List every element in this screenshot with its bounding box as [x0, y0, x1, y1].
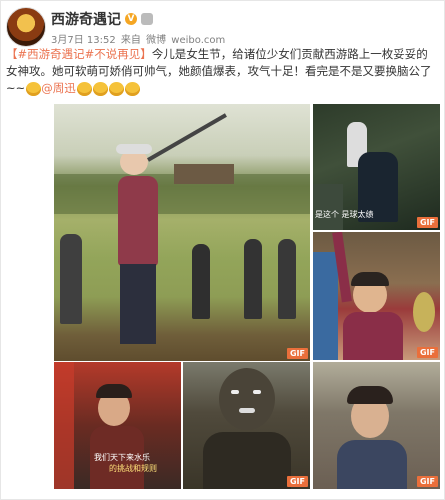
emoji-icon [108, 81, 124, 96]
gif-badge: GIF [416, 217, 438, 228]
photo-6[interactable]: GIF [313, 362, 440, 489]
post-date[interactable]: 3月7日 13:52 [51, 35, 116, 46]
name-row: 西游奇遇记 V [51, 9, 153, 29]
emoji-icon [26, 81, 42, 96]
emoji-icon [92, 81, 108, 96]
post-meta: 3月7日 13:52 来自 微博 weibo.com [51, 31, 227, 46]
photo-3[interactable]: GIF [313, 232, 440, 360]
gif-badge: GIF [286, 476, 308, 487]
verified-badge-icon: V [125, 13, 137, 25]
caption-photo-2: 是这个 是球太绩 [315, 210, 374, 219]
post-text: 【#西游奇遇记#不说再见】今儿是女生节，给诸位少女们贡献西游路上一枚妥妥的女神攻… [6, 46, 438, 97]
gif-badge: GIF [286, 348, 308, 359]
photo-5[interactable]: GIF [183, 362, 310, 489]
source-prefix: 来自 [120, 35, 141, 46]
username[interactable]: 西游奇遇记 [51, 9, 121, 29]
topic-link[interactable]: 【#西游奇遇记#不说再见】 [6, 47, 152, 61]
mention-link[interactable]: @周迅 [41, 81, 76, 95]
gif-badge: GIF [416, 347, 438, 358]
emoji-icon [76, 81, 92, 96]
caption-photo-4-line2: 的挑战和规则 [109, 464, 157, 473]
avatar[interactable] [6, 7, 46, 47]
emoji-icon [124, 81, 140, 96]
gif-badge: GIF [416, 476, 438, 487]
weibo-post-card: 西游奇遇记 V 3月7日 13:52 来自 微博 weibo.com 【#西游奇… [0, 0, 445, 500]
photo-1[interactable]: GIF [54, 104, 310, 361]
caption-photo-4-line1: 我们天下来水乐 [94, 453, 150, 462]
source-label[interactable]: 微博 [146, 35, 166, 46]
photo-2[interactable]: 是这个 是球太绩 GIF [313, 104, 440, 230]
photo-4[interactable]: 我们天下来水乐 的挑战和规则 [54, 362, 181, 489]
member-icon[interactable] [141, 13, 153, 25]
source-domain: weibo.com [171, 35, 226, 46]
